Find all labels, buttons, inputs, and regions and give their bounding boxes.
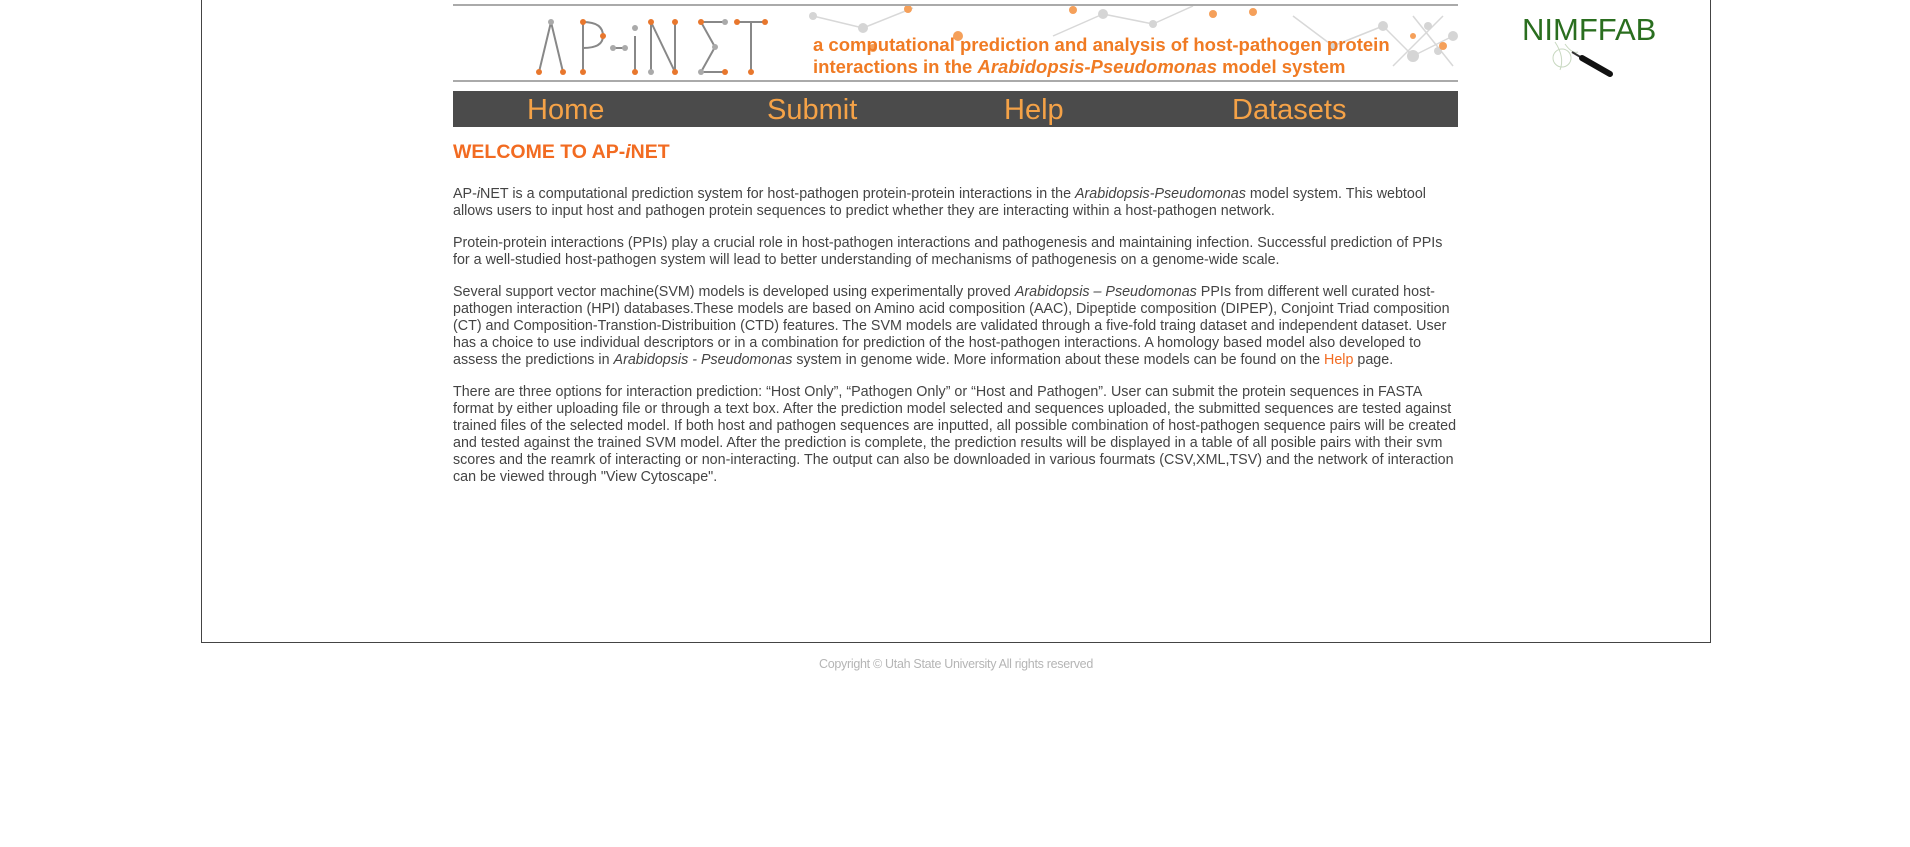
nav-datasets[interactable]: Datasets: [1232, 91, 1346, 127]
nav-help[interactable]: Help: [1004, 91, 1064, 127]
main-content: WELCOME TO AP-iNET AP-iNET is a computat…: [453, 138, 1461, 501]
ppi-paragraph: Protein-protein interactions (PPIs) play…: [453, 235, 1443, 268]
tagline-line-2-prefix: interactions in the: [813, 56, 978, 77]
page-title-suffix: NET: [630, 141, 670, 163]
tagline-organism: Arabidopsis-Pseudomonas: [977, 56, 1217, 77]
p3-organism-1: Arabidopsis – Pseudomonas: [1014, 284, 1197, 300]
nimffab-logo: NIMFFAB: [1520, 12, 1670, 82]
tagline-line-2-suffix: model system: [1216, 56, 1346, 77]
site-banner: a computational prediction and analysis …: [453, 4, 1458, 82]
magnifier-icon: [1552, 41, 1613, 77]
p1-text-a: AP-: [453, 186, 477, 202]
footer-copyright: Copyright © Utah State University All ri…: [819, 657, 1093, 671]
svm-paragraph: Several support vector machine(SVM) mode…: [453, 284, 1461, 369]
options-paragraph: There are three options for interaction …: [453, 384, 1457, 485]
page-title-prefix: WELCOME TO AP-: [453, 141, 626, 163]
p3-text-e: system in genome wide. More information …: [792, 352, 1325, 368]
p1-organism: Arabidopsis-Pseudomonas: [1075, 186, 1246, 202]
tagline-line-1: a computational prediction and analysis …: [813, 34, 1390, 55]
tagline-line-2: interactions in the Arabidopsis-Pseudomo…: [813, 56, 1433, 78]
help-link[interactable]: Help: [1324, 352, 1353, 368]
main-nav: Home Submit Help Datasets: [453, 91, 1458, 127]
p3-text-a: Several support vector machine(SVM) mode…: [453, 284, 1015, 300]
nav-home[interactable]: Home: [527, 91, 604, 127]
p3-text-f: page.: [1353, 352, 1394, 368]
intro-paragraph: AP-iNET is a computational prediction sy…: [453, 186, 1461, 220]
banner-tagline: a computational prediction and analysis …: [813, 34, 1433, 78]
nav-submit[interactable]: Submit: [767, 91, 857, 127]
page-title: WELCOME TO AP-iNET: [453, 138, 1461, 166]
p1-text-c: NET is a computational prediction system…: [480, 186, 1075, 202]
p3-organism-2: Arabidopsis - Pseudomonas: [613, 352, 793, 368]
